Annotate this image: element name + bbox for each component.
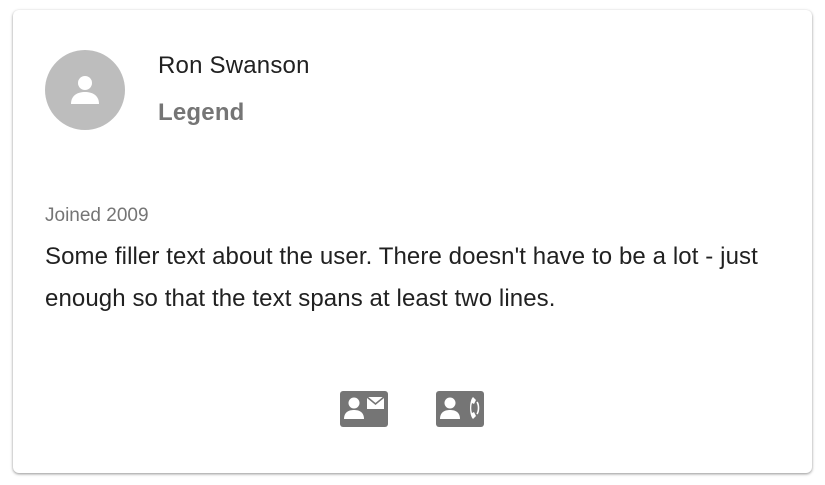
user-card: Ron Swanson Legend Joined 2009 Some fill…	[13, 10, 812, 473]
joined-date: Joined 2009	[45, 205, 149, 226]
card-actions	[340, 391, 484, 427]
avatar	[45, 50, 125, 130]
user-name: Ron Swanson	[158, 52, 310, 79]
user-bio: Some filler text about the user. There d…	[45, 243, 758, 312]
contact-phone-icon[interactable]	[436, 391, 484, 427]
contact-mail-icon[interactable]	[340, 391, 388, 427]
person-icon	[68, 73, 102, 107]
user-title: Legend	[158, 99, 245, 126]
